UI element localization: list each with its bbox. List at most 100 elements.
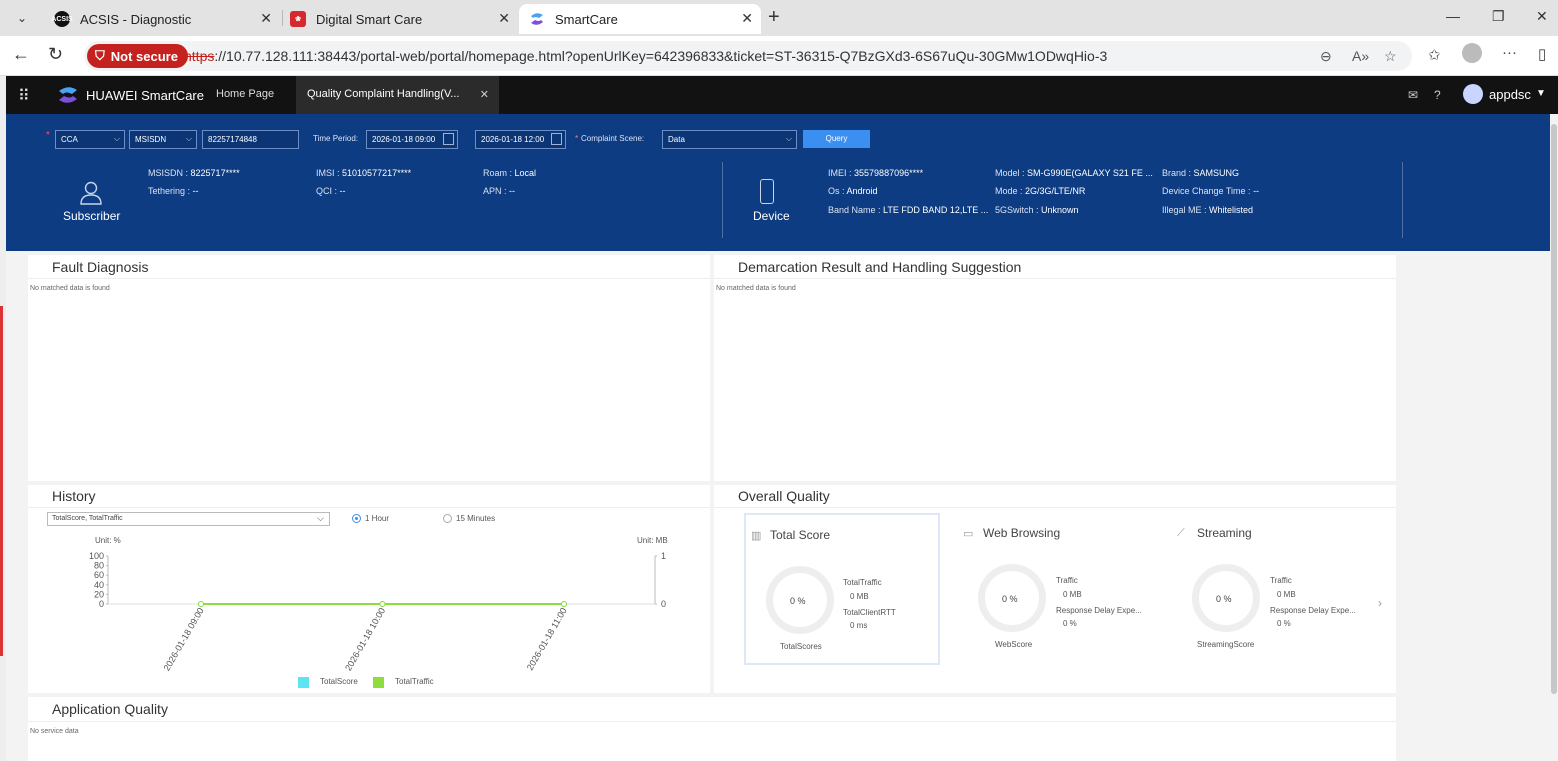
right-gutter xyxy=(1396,251,1548,761)
id-type-select[interactable]: MSISDN ⌵ xyxy=(129,130,197,149)
close-icon[interactable]: ✕ xyxy=(498,10,510,27)
close-icon[interactable]: ✕ xyxy=(741,10,753,27)
divider xyxy=(722,162,723,238)
tab-acsis[interactable]: ACSIS ACSIS - Diagnostic ✕ xyxy=(44,4,280,34)
reload-icon[interactable]: ↻ xyxy=(48,44,63,65)
radio-1-hour[interactable]: 1 Hour xyxy=(352,514,389,523)
unit-left-label: Unit: % xyxy=(95,536,121,545)
subscriber-label: Subscriber xyxy=(63,209,121,223)
subscriber-icon xyxy=(80,181,102,205)
y-tick-label-left: 20 xyxy=(94,589,104,599)
close-icon[interactable]: ✕ xyxy=(260,10,272,27)
smartcare-logo-icon xyxy=(59,87,77,103)
divider xyxy=(28,507,710,508)
query-type-select[interactable]: CCA ⌵ xyxy=(55,130,125,149)
metric-select[interactable]: TotalScore, TotalTraffic ⌵ xyxy=(47,512,330,526)
overall-quality-title: Overall Quality xyxy=(738,488,830,504)
calendar-icon[interactable] xyxy=(551,133,562,145)
msisdn-info: MSISDN : 8225717**** xyxy=(148,168,240,178)
profile-icon[interactable] xyxy=(1462,43,1482,63)
not-secure-badge[interactable]: ⛉ Not secure xyxy=(87,44,188,68)
complaint-scene-select[interactable]: Data ⌵ xyxy=(662,130,797,149)
radio-dot xyxy=(352,514,361,523)
tab-quality-complaint[interactable]: Quality Complaint Handling(V... ✕ xyxy=(296,76,499,114)
imsi-info: IMSI : 51010577217**** xyxy=(316,168,412,178)
y-tick-label-left: 100 xyxy=(89,551,104,561)
favorite-star-icon[interactable]: ☆ xyxy=(1384,48,1397,65)
y-tick-label-right: 0 xyxy=(661,599,666,609)
query-button[interactable]: Query xyxy=(803,130,870,148)
scrollbar-thumb[interactable] xyxy=(1551,124,1557,694)
minimize-icon[interactable]: — xyxy=(1446,8,1460,24)
complaint-scene-label: Complaint Scene: xyxy=(581,134,645,143)
browser-toolbar: ← ↻ ⛉ Not secure https://10.77.128.111:3… xyxy=(0,36,1558,76)
tab-smartcare[interactable]: SmartCare ✕ xyxy=(519,4,761,34)
data-point-totaltraffic xyxy=(198,601,204,607)
streaming-card[interactable]: ⟋ Streaming 0 % Traffic 0 MB Response De… xyxy=(1172,513,1368,665)
data-point-totaltraffic xyxy=(379,601,386,607)
huawei-icon: ❀ xyxy=(290,11,306,27)
acsis-icon: ACSIS xyxy=(51,11,73,27)
user-name[interactable]: appdsc xyxy=(1489,87,1531,102)
sidebar-icon[interactable]: ▯ xyxy=(1538,45,1546,63)
required-marker: * xyxy=(46,130,50,141)
legend-swatch-totalscore xyxy=(298,677,309,688)
empty-message: No matched data is found xyxy=(716,285,796,292)
chevron-right-icon[interactable]: › xyxy=(1378,596,1382,610)
nav-home-page[interactable]: Home Page xyxy=(216,88,274,100)
brand-name: HUAWEI SmartCare xyxy=(86,88,204,103)
end-time-input[interactable]: 2026-01-18 12:00 xyxy=(475,130,566,149)
calendar-icon[interactable] xyxy=(443,133,454,145)
radio-dot xyxy=(443,514,452,523)
roam-info: Roam : Local xyxy=(483,168,537,178)
history-chart: 100806040200102026-01-18 09:00 2026-01-18… xyxy=(89,551,666,673)
web-browsing-card[interactable]: ▭ Web Browsing 0 % Traffic 0 MB Response… xyxy=(958,513,1154,665)
zoom-icon[interactable]: ⊖ xyxy=(1320,48,1332,65)
imei-info: IMEI : 35579887096**** xyxy=(828,168,924,178)
model-info: Model : SM-G990E(GALAXY S21 FE ... xyxy=(995,168,1153,178)
new-tab-button[interactable]: + xyxy=(768,6,780,29)
restore-icon[interactable]: ❐ xyxy=(1492,8,1505,25)
x-tick-label: 2026-01-18 09:00 xyxy=(162,606,206,673)
data-point-totaltraffic xyxy=(561,601,567,607)
avatar[interactable] xyxy=(1463,84,1483,104)
favorites-icon[interactable]: ✩ xyxy=(1428,46,1441,64)
page-scrollbar[interactable] xyxy=(1550,114,1558,761)
divider xyxy=(714,507,1396,508)
browser-tabstrip: ⌄ ACSIS ACSIS - Diagnostic ✕ ❀ Digital S… xyxy=(0,0,1558,36)
back-icon[interactable]: ← xyxy=(12,44,30,65)
help-icon[interactable]: ? xyxy=(1434,88,1441,102)
more-icon[interactable]: ··· xyxy=(1502,44,1517,61)
radio-15-minutes[interactable]: 15 Minutes xyxy=(443,514,495,523)
url-text[interactable]: https://10.77.128.111:38443/portal-web/p… xyxy=(184,48,1107,64)
app-grid-icon[interactable]: ⠿ xyxy=(18,86,30,106)
device-phone-icon xyxy=(760,179,774,204)
tab-digital-smart-care[interactable]: ❀ Digital Smart Care ✕ xyxy=(280,4,518,34)
total-score-card[interactable]: ▥ Total Score 0 % TotalTraffic 0 MB Tota… xyxy=(744,513,940,665)
msisdn-input[interactable]: 82257174848 xyxy=(202,130,299,149)
device-label: Device xyxy=(753,209,790,223)
qci-info: QCI : -- xyxy=(316,186,346,196)
close-window-icon[interactable]: ✕ xyxy=(1536,8,1548,25)
start-time-input[interactable]: 2026-01-18 09:00 xyxy=(366,130,458,149)
read-aloud-icon[interactable]: A» xyxy=(1352,48,1369,64)
monitor-icon: ▭ xyxy=(963,528,974,540)
device-change-info: Device Change Time : -- xyxy=(1162,186,1260,196)
chevron-down-icon: ⌵ xyxy=(317,513,324,523)
chevron-down-icon: ⌵ xyxy=(185,134,192,143)
y-tick-label-right: 1 xyxy=(661,551,666,561)
unit-right-label: Unit: MB xyxy=(637,536,668,545)
application-quality-panel xyxy=(28,697,1396,761)
x-tick-label: 2026-01-18 10:00 xyxy=(343,606,387,673)
caret-down-icon[interactable]: ▼ xyxy=(1536,88,1546,99)
close-icon[interactable]: ✕ xyxy=(480,88,489,101)
demarcation-panel xyxy=(714,255,1396,481)
query-banner: * CCA ⌵ MSISDN ⌵ 82257174848 Time Period: … xyxy=(6,114,1550,251)
illegal-me-info: Illegal ME : Whitelisted xyxy=(1162,205,1254,215)
required-marker: * xyxy=(575,134,579,143)
mail-icon[interactable]: ✉ xyxy=(1408,88,1418,102)
x-tick-label: 2026-01-18 11:00 xyxy=(525,606,569,672)
address-bar[interactable]: ⛉ Not secure https://10.77.128.111:38443… xyxy=(84,41,1412,71)
tab-actions-menu[interactable]: ⌄ xyxy=(8,6,36,30)
y-tick-label-left: 0 xyxy=(99,599,104,609)
